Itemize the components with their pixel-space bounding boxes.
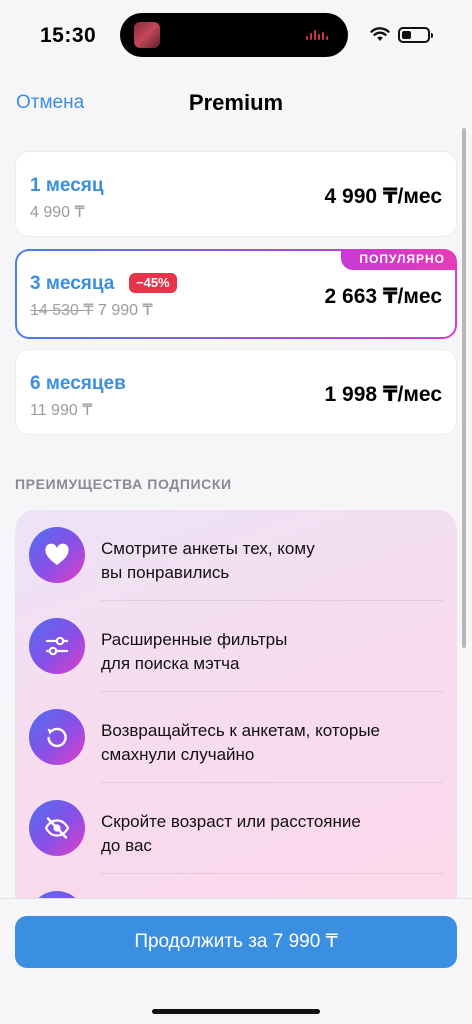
plan-price-line: 14 530 ₸ 7 990 ₸ <box>30 300 153 320</box>
benefit-line: вы понравились <box>101 563 230 582</box>
plan-name: 1 месяц <box>30 175 104 196</box>
benefit-line: смахнули случайно <box>101 745 255 764</box>
benefit-line: для поиска мэтча <box>101 654 240 673</box>
plan-old-price: 14 530 ₸ <box>30 302 94 319</box>
benefit-item: Возвращайтесь к анкетам, которые смахнул… <box>15 692 457 783</box>
benefit-text: Скройте возраст или расстояние до вас <box>101 810 361 858</box>
scrollbar[interactable] <box>462 128 466 648</box>
wifi-icon <box>370 27 390 41</box>
plan-monthly-price: 4 990 ₸/мес <box>324 185 442 208</box>
plan-monthly-price: 2 663 ₸/мес <box>324 285 442 308</box>
plan-option-6-months[interactable]: 6 месяцев 11 990 ₸ 1 998 ₸/мес <box>15 349 457 435</box>
benefit-text: Расширенные фильтры для поиска мэтча <box>101 628 287 676</box>
benefit-item: Скройте возраст или расстояние до вас <box>15 783 457 874</box>
sliders-icon <box>29 618 85 674</box>
eye-off-icon <box>29 800 85 856</box>
benefit-item: Смотрите анкеты тех, кому вы понравились <box>15 510 457 601</box>
now-playing-artwork <box>134 22 160 48</box>
plan-name: 6 месяцев <box>30 373 126 394</box>
status-bar: 15:30 <box>0 0 472 70</box>
plan-option-1-month[interactable]: 1 месяц 4 990 ₸ 4 990 ₸/мес <box>15 151 457 237</box>
dynamic-island <box>120 13 348 57</box>
benefit-text: Смотрите анкеты тех, кому вы понравились <box>101 537 315 585</box>
plan-name: 3 месяца <box>30 273 115 294</box>
page-title: Premium <box>188 90 284 115</box>
continue-button[interactable]: Продолжить за 7 990 ₸ <box>15 916 457 968</box>
plan-option-3-months[interactable]: ПОПУЛЯРНО 3 месяца −45% 14 530 ₸ 7 990 ₸… <box>15 249 457 339</box>
benefit-line: до вас <box>101 836 152 855</box>
audio-waveform-icon <box>306 30 332 40</box>
popular-badge: ПОПУЛЯРНО <box>341 249 457 270</box>
premium-screen: 15:30 Отмена Premium 1 месяц 4 990 ₸ 4 9… <box>0 0 472 1024</box>
benefit-line: Скройте возраст или расстояние <box>101 812 361 831</box>
plan-full-price: 4 990 ₸ <box>30 204 85 221</box>
status-time: 15:30 <box>40 24 97 47</box>
benefit-line: Смотрите анкеты тех, кому <box>101 539 315 558</box>
battery-icon <box>398 27 433 43</box>
benefits-card: Смотрите анкеты тех, кому вы понравились… <box>15 510 457 930</box>
bottom-bar: Продолжить за 7 990 ₸ <box>0 898 472 1024</box>
discount-badge: −45% <box>129 273 177 293</box>
plan-monthly-price: 1 998 ₸/мес <box>324 383 442 406</box>
benefit-item: Расширенные фильтры для поиска мэтча <box>15 601 457 692</box>
benefit-line: Возвращайтесь к анкетам, которые <box>101 721 380 740</box>
benefit-line: Расширенные фильтры <box>101 630 288 649</box>
benefit-text: Возвращайтесь к анкетам, которые смахнул… <box>101 719 380 767</box>
home-indicator[interactable] <box>152 1009 320 1014</box>
plan-total-price: 7 990 ₸ <box>98 302 153 319</box>
plan-full-price: 11 990 ₸ <box>30 402 93 419</box>
rewind-icon <box>29 709 85 765</box>
heart-icon <box>29 527 85 583</box>
benefits-section-title: ПРЕИМУЩЕСТВА ПОДПИСКИ <box>15 476 232 492</box>
